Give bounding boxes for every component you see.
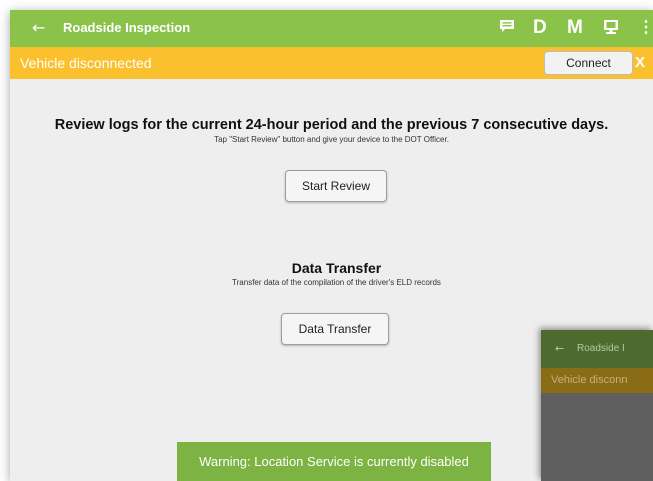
close-alert-button[interactable]: X	[635, 54, 645, 71]
background-screen-preview: ← Roadside I Vehicle disconn	[541, 330, 653, 481]
data-transfer-button[interactable]: Data Transfer	[281, 313, 389, 345]
vehicle-status-bar: Vehicle disconnected Connect X	[10, 47, 653, 79]
location-warning-toast: Warning: Location Service is currently d…	[177, 442, 491, 481]
m-status-icon[interactable]: M	[567, 17, 583, 39]
app-bar: ← Roadside Inspection D M ⋮	[10, 10, 653, 47]
review-heading: Review logs for the current 24-hour peri…	[54, 117, 609, 133]
data-transfer-description: Transfer data of the compilation of the …	[232, 278, 441, 287]
d-status-icon[interactable]: D	[533, 17, 547, 39]
preview-arrow-left-icon: ←	[555, 342, 565, 355]
preview-status-text: Vehicle disconn	[551, 374, 628, 386]
review-instructions: Tap "Start Review" button and give your …	[214, 135, 449, 144]
vehicle-status-text: Vehicle disconnected	[20, 55, 152, 71]
preview-app-bar: ← Roadside I	[541, 330, 653, 368]
device-screen: ← Roadside Inspection D M ⋮ Vehicle disc…	[10, 10, 653, 481]
start-review-button[interactable]: Start Review	[285, 170, 387, 202]
preview-title: Roadside I	[577, 343, 625, 354]
data-transfer-heading: Data Transfer	[291, 260, 382, 276]
preview-status-bar: Vehicle disconn	[541, 368, 653, 393]
more-options-icon[interactable]: ⋮	[638, 17, 653, 37]
arrow-left-icon[interactable]: ←	[32, 18, 45, 38]
message-icon[interactable]	[499, 19, 515, 33]
connect-button[interactable]: Connect	[544, 51, 633, 75]
page-title: Roadside Inspection	[63, 20, 191, 35]
monitor-icon[interactable]	[603, 19, 619, 35]
